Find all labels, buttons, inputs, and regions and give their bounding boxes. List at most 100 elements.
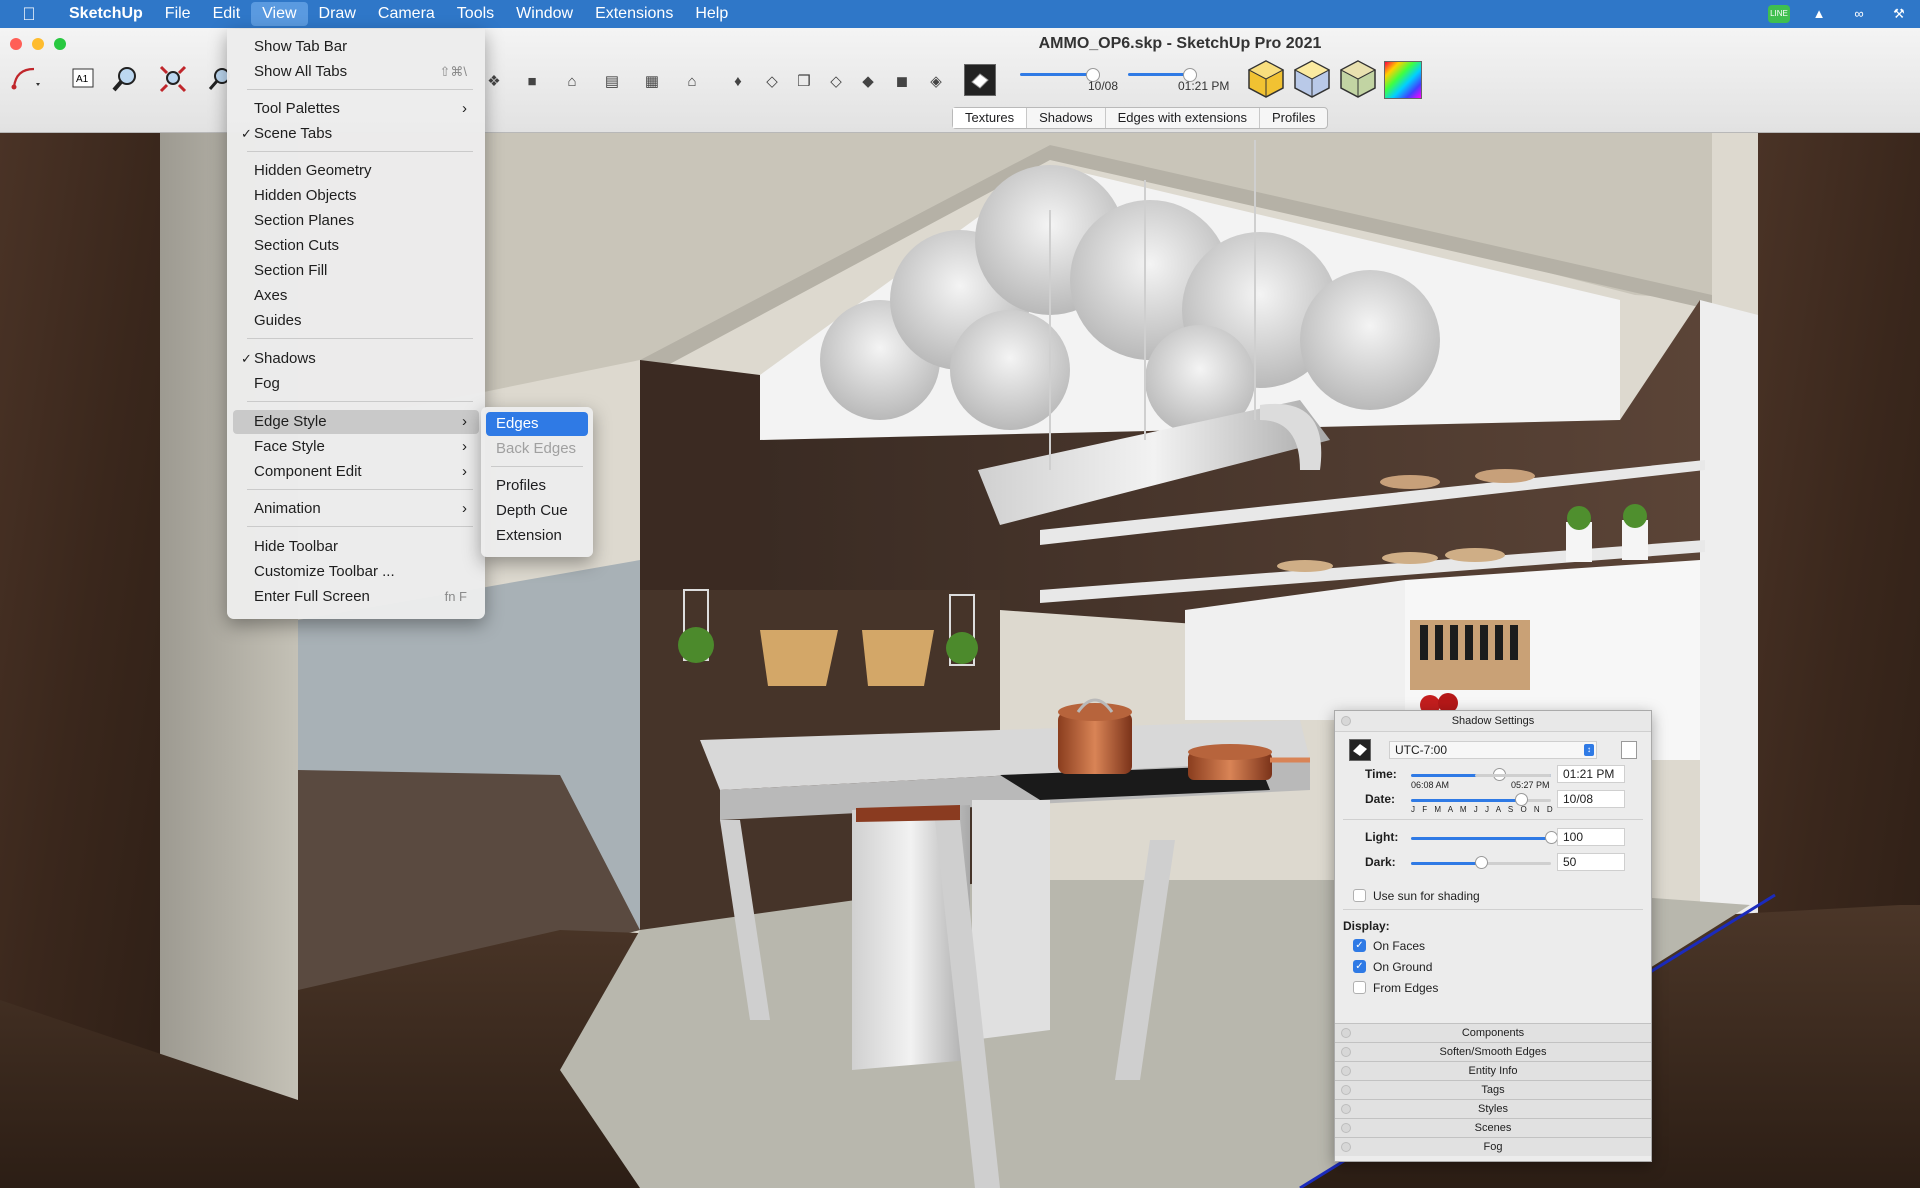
menu-item-fog[interactable]: Fog [233, 372, 479, 396]
view-top-icon[interactable]: ■ [522, 71, 542, 91]
minimize-window-button[interactable] [32, 38, 44, 50]
zoom-window-button[interactable] [54, 38, 66, 50]
tray-tags[interactable]: Tags [1335, 1080, 1651, 1099]
apple-menu-icon[interactable]:  [0, 4, 58, 25]
shadow-time-slider-rest [1475, 774, 1551, 777]
dark-field[interactable]: 50 [1557, 853, 1625, 871]
menu-edit[interactable]: Edit [202, 2, 252, 26]
shadow-toggle-icon[interactable] [1349, 739, 1371, 761]
menu-item-axes[interactable]: Axes [233, 284, 479, 308]
menu-item-hide-toolbar[interactable]: Hide Toolbar [233, 535, 479, 559]
menu-separator [491, 466, 583, 467]
text-tool-icon[interactable]: A1 [68, 64, 98, 94]
submenu-item-edges[interactable]: Edges [486, 412, 588, 436]
menu-help[interactable]: Help [684, 2, 739, 26]
shaded-style-icon[interactable]: ◇ [826, 71, 846, 91]
panel-header[interactable]: Shadow Settings [1335, 711, 1651, 732]
creative-cloud-icon[interactable]: ∞ [1848, 5, 1870, 23]
menu-item-show-all-tabs[interactable]: Show All Tabs ⇧⌘\ [233, 60, 479, 84]
menu-tools[interactable]: Tools [446, 2, 505, 26]
menu-item-animation[interactable]: Animation › [233, 497, 479, 521]
component-yellow-icon[interactable] [1246, 59, 1286, 99]
textured-style-icon[interactable]: ◆ [858, 71, 878, 91]
close-window-button[interactable] [10, 38, 22, 50]
scene-tab-edges-with-extensions[interactable]: Edges with extensions [1106, 108, 1260, 128]
tray-label: Entity Info [1468, 1065, 1518, 1077]
shadow-time-field[interactable]: 01:21 PM [1557, 765, 1625, 783]
hidden-line-style-icon[interactable]: ❒ [794, 71, 814, 91]
menu-item-tool-palettes[interactable]: Tool Palettes › [233, 97, 479, 121]
tray-fog[interactable]: Fog [1335, 1137, 1651, 1156]
xray-style-icon[interactable]: ♦ [728, 71, 748, 91]
dark-slider-knob[interactable] [1475, 856, 1488, 869]
scene-tab-profiles[interactable]: Profiles [1260, 108, 1327, 128]
menu-item-hidden-objects[interactable]: Hidden Objects [233, 184, 479, 208]
view-front-icon[interactable]: ▤ [602, 71, 622, 91]
menu-item-edge-style[interactable]: Edge Style › [233, 410, 479, 434]
line-app-icon[interactable]: LINE [1768, 5, 1790, 23]
menu-item-guides[interactable]: Guides [233, 309, 479, 333]
zoom-extents-icon[interactable] [158, 64, 188, 94]
light-slider[interactable] [1411, 837, 1551, 840]
time-slider-track[interactable] [1020, 73, 1092, 76]
menu-extensions[interactable]: Extensions [584, 2, 684, 26]
scene-tab-textures[interactable]: Textures [953, 108, 1028, 128]
menu-item-component-edit[interactable]: Component Edit › [233, 460, 479, 484]
menu-item-enter-full-screen[interactable]: Enter Full Screen fn F [233, 585, 479, 609]
section-style-icon[interactable]: ◈ [926, 71, 946, 91]
menu-item-show-tab-bar[interactable]: Show Tab Bar [233, 35, 479, 59]
submenu-item-depth-cue[interactable]: Depth Cue [486, 499, 588, 523]
colors-palette-icon[interactable] [1384, 61, 1422, 99]
view-iso-icon[interactable]: ❖ [484, 71, 504, 91]
component-green-icon[interactable] [1338, 59, 1378, 99]
menu-file[interactable]: File [154, 2, 202, 26]
tray-components[interactable]: Components [1335, 1023, 1651, 1042]
menu-item-section-cuts[interactable]: Section Cuts [233, 234, 479, 258]
timezone-select[interactable]: UTC-7:00 ↕ [1389, 741, 1597, 759]
menu-item-customize-toolbar[interactable]: Customize Toolbar ... [233, 560, 479, 584]
shadow-settings-icon[interactable] [964, 64, 996, 96]
menu-view[interactable]: View [251, 2, 308, 26]
submenu-item-profiles[interactable]: Profiles [486, 474, 588, 498]
menu-item-section-planes[interactable]: Section Planes [233, 209, 479, 233]
view-back-icon[interactable]: ⌂ [682, 71, 702, 91]
menu-item-scene-tabs[interactable]: ✓ Scene Tabs [233, 122, 479, 146]
date-slider-track[interactable] [1128, 73, 1188, 76]
menu-item-label: Enter Full Screen [254, 588, 370, 605]
on-faces-checkbox[interactable]: ✓ [1353, 939, 1366, 952]
shadow-settings-panel: Shadow Settings UTC-7:00 ↕ Time: 06:08 A… [1334, 710, 1652, 1162]
menu-item-face-style[interactable]: Face Style › [233, 435, 479, 459]
menu-item-section-fill[interactable]: Section Fill [233, 259, 479, 283]
home-icon[interactable]: ⌂ [562, 71, 582, 91]
tray-label: Scenes [1474, 1122, 1512, 1134]
light-field[interactable]: 100 [1557, 828, 1625, 846]
tray-soften-smooth-edges[interactable]: Soften/Smooth Edges [1335, 1042, 1651, 1061]
wireframe-style-icon[interactable]: ◇ [762, 71, 782, 91]
menu-item-shadows[interactable]: ✓ Shadows [233, 347, 479, 371]
tray-entity-info[interactable]: Entity Info [1335, 1061, 1651, 1080]
menu-camera[interactable]: Camera [367, 2, 446, 26]
shadow-date-field[interactable]: 10/08 [1557, 790, 1625, 808]
monochrome-style-icon[interactable]: ◼ [892, 71, 912, 91]
use-sun-checkbox[interactable] [1353, 889, 1366, 902]
menu-bar:  SketchUp File Edit View Draw Camera To… [0, 0, 1920, 28]
dropbox-icon[interactable]: ▲ [1808, 5, 1830, 23]
arc-tool-icon[interactable] [10, 62, 40, 92]
tray-styles[interactable]: Styles [1335, 1099, 1651, 1118]
panel-collapse-icon[interactable] [1341, 716, 1351, 726]
menu-app[interactable]: SketchUp [58, 2, 154, 26]
on-ground-checkbox[interactable]: ✓ [1353, 960, 1366, 973]
menu-draw[interactable]: Draw [308, 2, 367, 26]
zoom-tool-icon[interactable] [110, 64, 140, 94]
tray-scenes[interactable]: Scenes [1335, 1118, 1651, 1137]
submenu-item-extension[interactable]: Extension [486, 524, 588, 548]
menu-window[interactable]: Window [505, 2, 584, 26]
shadow-details-toggle-icon[interactable] [1621, 741, 1637, 759]
scene-tab-shadows[interactable]: Shadows [1027, 108, 1106, 128]
view-right-icon[interactable]: ▦ [642, 71, 662, 91]
component-blue-icon[interactable] [1292, 59, 1332, 99]
from-edges-checkbox[interactable] [1353, 981, 1366, 994]
menu-item-hidden-geometry[interactable]: Hidden Geometry [233, 159, 479, 183]
tray-label: Soften/Smooth Edges [1439, 1046, 1547, 1058]
tools-status-icon[interactable]: ⚒ [1888, 5, 1910, 23]
